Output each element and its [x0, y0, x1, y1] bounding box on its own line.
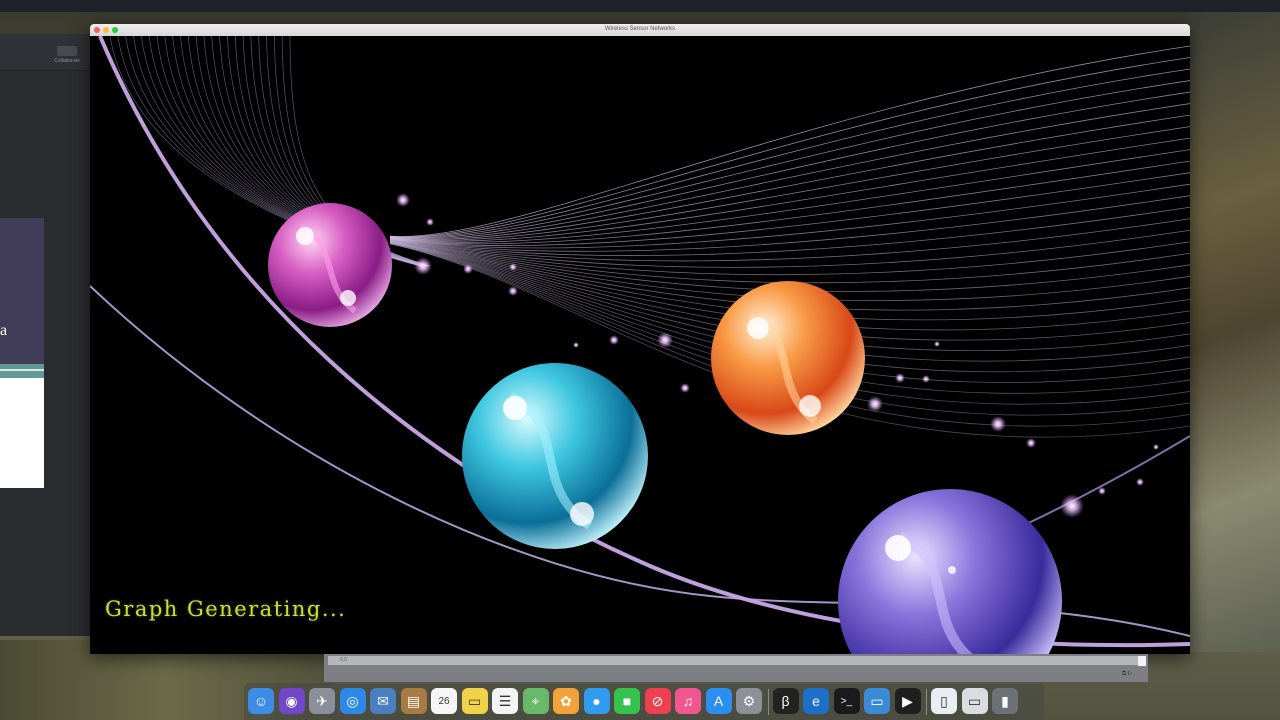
animation-canvas: [90, 36, 1190, 654]
main-window[interactable]: Wireless Sensor Networks Graph Generatin…: [90, 24, 1190, 654]
background-app-toolbar: Collaborate: [0, 34, 90, 71]
facetime-icon[interactable]: ■: [614, 688, 640, 714]
calendar-icon[interactable]: 26: [431, 688, 457, 714]
maps-icon[interactable]: ⌖: [522, 688, 549, 714]
safari-icon[interactable]: ◎: [339, 688, 366, 714]
quicktime-icon[interactable]: ▶: [894, 688, 921, 714]
status-text: Graph Generating...: [105, 597, 347, 621]
background-app-window[interactable]: Collaborate a: [0, 34, 90, 636]
sparkle: [680, 383, 690, 393]
trash-icon[interactable]: ▮: [992, 688, 1018, 714]
sparkle: [657, 332, 673, 348]
menu-bar: [0, 0, 1280, 12]
app-store-icon[interactable]: A: [705, 688, 732, 714]
timeline-bar[interactable]: 0.0 ⧉ ▷: [324, 654, 1148, 682]
photos-icon[interactable]: ✿: [553, 688, 579, 714]
mail-photos-icon[interactable]: ✉: [370, 688, 396, 714]
sparkle: [1026, 438, 1036, 448]
stickies-icon[interactable]: ▭: [461, 688, 488, 714]
news-icon[interactable]: ⊘: [644, 688, 671, 714]
edge-icon[interactable]: e: [803, 688, 829, 714]
messages-icon[interactable]: ●: [583, 688, 610, 714]
dock-separator: [767, 689, 769, 715]
timeline-track[interactable]: 0.0: [328, 656, 1140, 665]
desktop-wallpaper: [1190, 12, 1280, 652]
timeline-scroll-handle[interactable]: [1138, 656, 1146, 666]
notes-folder-icon[interactable]: ▤: [400, 688, 427, 714]
collaborate-button[interactable]: Collaborate: [48, 46, 86, 64]
orange-sphere: [711, 281, 865, 435]
sparkle: [1060, 494, 1084, 518]
finder-icon[interactable]: ☺: [248, 688, 274, 714]
sparkle: [934, 341, 940, 347]
magenta-sphere: [268, 203, 392, 327]
collaborate-icon: [57, 46, 77, 56]
reminders-icon[interactable]: ☰: [492, 688, 518, 714]
itunes-icon[interactable]: ♫: [675, 688, 701, 714]
dock: ☺ ◉ ✈ ◎ ✉ ▤ 26 ▭ ☰ ⌖ ✿ ● ■ ⊘ ♫ A ⚙ β e >_ ▭ ▶ ▯ ▭ ▮: [244, 683, 1044, 720]
sparkle: [426, 218, 434, 226]
sparkle: [922, 375, 930, 383]
keynote-icon[interactable]: ▭: [864, 688, 890, 714]
slide-teal-band: [0, 364, 44, 378]
slide-thumbnail[interactable]: a: [0, 218, 44, 364]
sparkle: [1136, 478, 1144, 486]
slide-letter: a: [0, 322, 8, 339]
window-title: Wireless Sensor Networks: [604, 26, 676, 32]
sparkle: [990, 416, 1006, 432]
sparkle: [1098, 487, 1106, 495]
pycharm-icon[interactable]: β: [772, 688, 799, 714]
timeline-controls-icon[interactable]: ⧉ ▷: [1122, 671, 1133, 678]
timeline-position-label: 0.0: [340, 657, 347, 663]
sparkle: [508, 286, 518, 296]
document-icon[interactable]: ▯: [931, 688, 957, 714]
sparkle: [414, 257, 432, 275]
sparkle: [573, 342, 579, 348]
terminal-icon[interactable]: >_: [833, 688, 860, 714]
siri-icon[interactable]: ◉: [278, 688, 305, 714]
sparkle: [463, 264, 473, 274]
sparkle: [895, 373, 905, 383]
collaborate-label: Collaborate: [54, 58, 80, 64]
sparkle: [509, 263, 517, 271]
slide-white-panel: [0, 378, 44, 488]
sparkle: [609, 335, 619, 345]
window-thumbnail-icon[interactable]: ▭: [961, 688, 988, 714]
sparkle: [867, 396, 883, 412]
cyan-sphere: [462, 363, 648, 549]
sparkle: [396, 193, 410, 207]
dock-separator: [926, 689, 927, 715]
system-preferences-icon[interactable]: ⚙: [736, 688, 762, 714]
sparkle: [1153, 444, 1159, 450]
launchpad-icon[interactable]: ✈: [309, 688, 335, 714]
